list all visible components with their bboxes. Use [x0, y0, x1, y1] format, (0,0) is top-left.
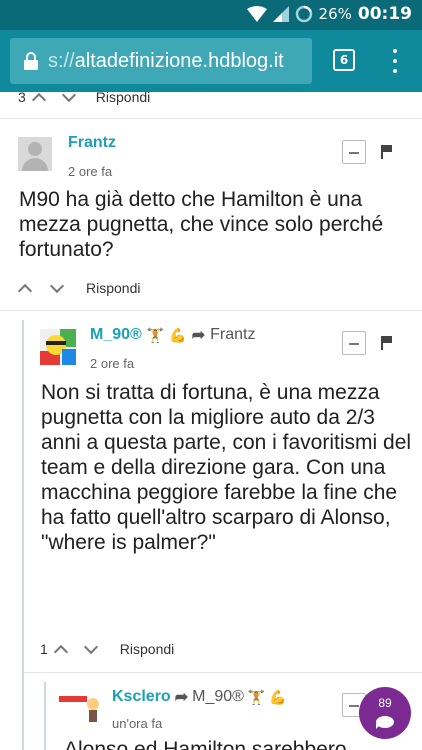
divider	[0, 310, 422, 311]
reply-arrow-icon: ➦	[191, 327, 206, 344]
vote-count: 3	[18, 92, 26, 105]
status-bar: 26% 00:19	[0, 0, 422, 30]
comment-author: M_90® 🏋 💪 ➦ Frantz	[90, 325, 255, 345]
collapse-button[interactable]	[342, 331, 366, 355]
flexed-biceps-emoji: 💪	[169, 326, 187, 343]
reply-to-link[interactable]: M_90®	[192, 688, 244, 706]
wifi-icon	[246, 6, 267, 22]
comments-area: 3 Rispondi Frantz 2 ore fa M90 ha già de…	[0, 92, 422, 750]
author-link[interactable]: M_90®	[90, 326, 142, 344]
downvote-icon[interactable]	[83, 639, 98, 654]
battery-percent: 26%	[318, 5, 352, 23]
signal-icon	[272, 6, 289, 22]
weightlifter-emoji: 🏋	[247, 688, 266, 705]
divider	[24, 672, 422, 673]
lock-icon	[24, 52, 38, 70]
downvote-icon[interactable]	[61, 92, 76, 102]
address-bar[interactable]: s://altadefinizione.hdblog.it	[10, 38, 312, 84]
avatar	[59, 692, 101, 722]
reply-link[interactable]: Rispondi	[86, 280, 140, 296]
weightlifter-emoji: 🏋	[146, 326, 165, 343]
vote-count: 1	[40, 641, 48, 657]
clock: 00:19	[357, 4, 412, 24]
browser-toolbar: s://altadefinizione.hdblog.it 6	[0, 30, 422, 92]
comment-time: un'ora fa	[112, 716, 163, 731]
upvote-icon[interactable]	[17, 283, 33, 298]
comment-actions: Rispondi	[17, 278, 140, 298]
reply-link[interactable]: Rispondi	[96, 92, 150, 105]
comment-time: 2 ore fa	[90, 356, 135, 371]
comment-time: 2 ore fa	[68, 164, 113, 179]
comment-text: Non si tratta di fortuna, è una mezza pu…	[41, 381, 412, 554]
reply-to-link[interactable]: Frantz	[210, 326, 255, 344]
collapse-button[interactable]	[342, 140, 366, 164]
comment-author[interactable]: Frantz	[68, 134, 116, 152]
flexed-biceps-emoji: 💪	[269, 688, 287, 705]
battery-ring-icon	[295, 5, 312, 23]
divider	[0, 118, 422, 119]
reply-link[interactable]: Rispondi	[120, 641, 174, 657]
tab-switcher-button[interactable]: 6	[333, 49, 355, 71]
avatar	[40, 329, 76, 365]
comment-actions: 3 Rispondi	[18, 92, 150, 107]
upvote-icon[interactable]	[53, 644, 68, 659]
author-link[interactable]: Ksclero	[112, 688, 171, 706]
flag-icon[interactable]	[381, 145, 393, 159]
upvote-icon[interactable]	[31, 92, 46, 107]
avatar	[18, 137, 52, 171]
comment-actions: 1 Rispondi	[40, 639, 174, 659]
url-text[interactable]: s://altadefinizione.hdblog.it	[48, 50, 284, 73]
thread-line	[22, 320, 24, 750]
comment-count: 89	[378, 696, 392, 710]
reply-arrow-icon: ➦	[174, 689, 189, 706]
comment-author: Ksclero ➦ M_90® 🏋 💪	[112, 687, 287, 707]
downvote-icon[interactable]	[49, 278, 65, 293]
flag-icon[interactable]	[381, 336, 393, 350]
overflow-menu-icon[interactable]	[389, 46, 401, 76]
comments-count-button[interactable]: 89	[359, 687, 411, 739]
comment-text: Alonso ed Hamilton sarebbero	[64, 738, 347, 750]
comment-text: M90 ha già detto che Hamilton è una mezz…	[19, 188, 384, 261]
thread-line	[44, 682, 46, 750]
